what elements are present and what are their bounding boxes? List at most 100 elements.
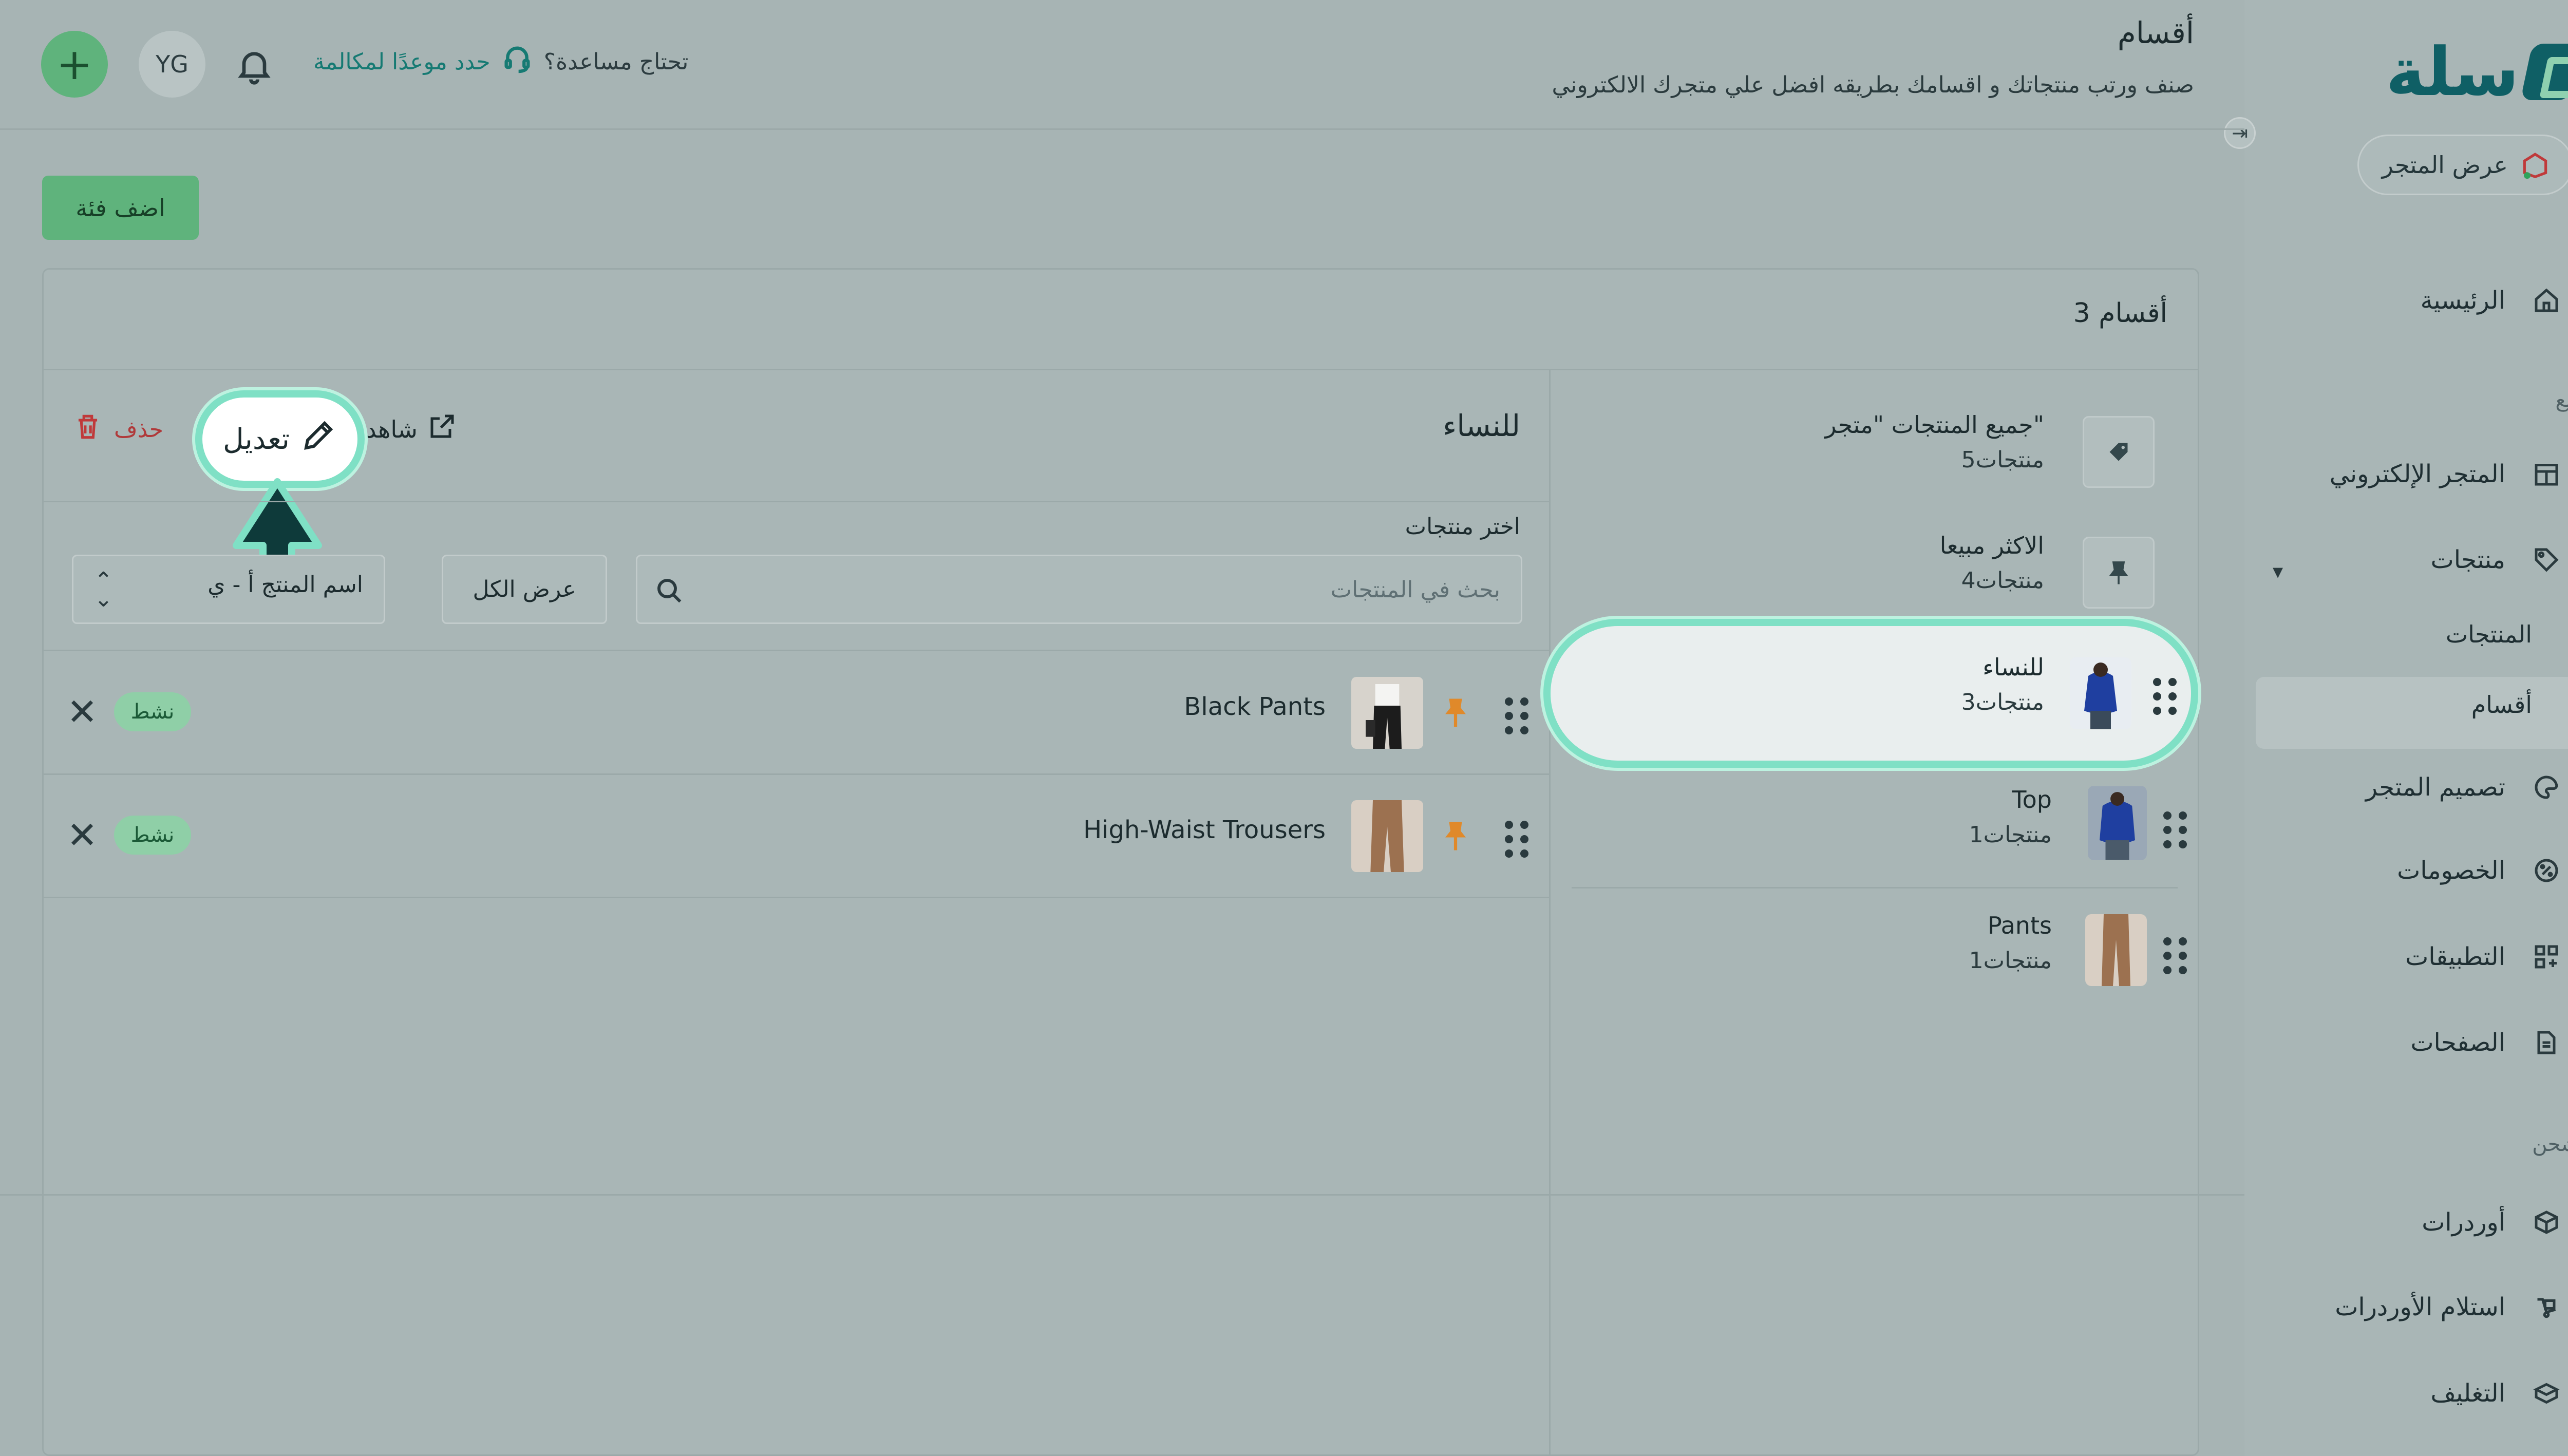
trash-icon [72, 411, 104, 448]
category-count: 5منتجات [1961, 447, 2044, 473]
help-question: تحتاج مساعدة؟ [543, 48, 689, 75]
card-header-divider [42, 369, 2199, 370]
status-badge: نشط [114, 816, 191, 855]
headset-icon [501, 43, 534, 81]
search-input[interactable] [730, 572, 1500, 608]
category-item-pants[interactable]: Pants 1منتجات [1572, 896, 2188, 999]
edit-label: تعديل [223, 422, 290, 456]
detail-divider [42, 501, 1549, 502]
box-icon [2530, 1206, 2563, 1239]
row-divider [42, 897, 1549, 898]
drag-handle-icon[interactable] [2153, 678, 2178, 715]
category-item-women[interactable]: للنساء 3منتجات [1572, 642, 2188, 745]
sidebar-item-label: المتجر الإلكتروني [2329, 460, 2505, 488]
remove-product-icon[interactable]: ✕ [59, 688, 106, 735]
category-item-best-sellers[interactable]: الاكثر مبيعا 4منتجات [1572, 516, 2188, 619]
pin-icon[interactable] [1440, 695, 1471, 731]
sidebar-item-pages[interactable]: الصفحات [2275, 1014, 2563, 1071]
sidebar-item-label: منتجات [2430, 545, 2505, 574]
sort-value: اسم المنتج أ - ي [207, 572, 363, 598]
category-detail-title: للنساء [1442, 408, 1520, 443]
sidebar-item-orders[interactable]: أوردرات [2275, 1194, 2563, 1251]
sidebar-item-products[interactable]: منتجات [2275, 532, 2563, 588]
status-badge: نشط [114, 692, 191, 731]
header-divider [0, 128, 2244, 130]
sidebar-subitem-all-products[interactable]: المنتجات [2446, 620, 2532, 648]
book-call-link[interactable]: حدد موعدًا لمكالمة [313, 49, 490, 75]
categories-count: 3 أقسام [2073, 298, 2167, 329]
add-category-button[interactable]: اضف فئة [42, 176, 199, 240]
sidebar-item-label: التطبيقات [2405, 942, 2505, 971]
column-divider [1549, 370, 1551, 1456]
drag-handle-icon[interactable] [2163, 811, 2188, 848]
pencil-icon [300, 417, 337, 461]
pin-icon[interactable] [1440, 818, 1471, 854]
quick-add-button[interactable]: + [41, 31, 108, 98]
category-item-top[interactable]: Top 1منتجات [1572, 770, 2188, 873]
delete-label: حذف [114, 417, 163, 443]
page-subtitle: صنف ورتب منتجاتك و اقسامك بطريقه افضل عل… [1552, 72, 2194, 98]
sidebar-item-discounts[interactable]: الخصومات [2275, 842, 2563, 899]
product-name: High-Waist Trousers [1083, 816, 1326, 844]
view-store-button[interactable]: عرض المتجر [2357, 135, 2568, 195]
drag-handle-icon[interactable] [1505, 821, 1528, 858]
sidebar-item-home[interactable]: الرئيسية [2275, 272, 2563, 329]
sidebar-item-label: تصميم المتجر [2365, 773, 2505, 802]
help-bar: حدد موعدًا لمكالمة تحتاج مساعدة؟ [313, 41, 688, 82]
drag-handle-icon[interactable] [2163, 937, 2188, 974]
category-item-all-products[interactable]: جميع المنتجات "متجر" 5منتجات [1572, 395, 2188, 498]
view-category-link[interactable]: شاهد [366, 411, 458, 447]
edit-category-button[interactable]: تعديل [195, 390, 365, 488]
package-icon [2530, 1377, 2563, 1410]
store-icon [2519, 149, 2551, 181]
sidebar-item-apps[interactable]: التطبيقات [2275, 929, 2563, 985]
sidebar-section-shipping: شحن [2532, 1132, 2568, 1156]
sidebar-item-label: استلام الأوردرات [2335, 1293, 2505, 1321]
product-row[interactable]: High-Waist Trousers نشط ✕ [42, 774, 1549, 898]
sidebar-item-packaging[interactable]: التغليف [2275, 1365, 2563, 1422]
sort-select[interactable]: اسم المنتج أ - ي ⌃ ⌄ [72, 555, 385, 624]
collapse-sidebar-icon[interactable]: ⇥ [2224, 117, 2256, 149]
category-name: الاكثر مبيعا [1939, 532, 2044, 559]
palette-icon [2530, 771, 2563, 804]
view-label: شاهد [366, 415, 418, 443]
category-thumbnail [2070, 657, 2131, 729]
tag-icon [2083, 416, 2155, 488]
category-count: 1منتجات [1969, 822, 2052, 848]
external-link-icon [427, 411, 458, 447]
apps-icon [2530, 940, 2563, 973]
sidebar-item-label: التغليف [2430, 1379, 2505, 1408]
category-name: Top [2012, 786, 2052, 814]
show-all-button[interactable]: عرض الكل [442, 555, 607, 624]
home-icon [2530, 284, 2563, 317]
sidebar-subitem-categories[interactable]: أقسام [2471, 691, 2532, 718]
brand-mark-icon [2520, 44, 2568, 100]
sidebar-item-label: الصفحات [2410, 1028, 2505, 1057]
notification-bell-icon[interactable] [234, 45, 275, 86]
drag-handle-icon[interactable] [1505, 697, 1528, 734]
search-icon [653, 574, 686, 607]
brand-logo[interactable]: سلة [2386, 31, 2568, 113]
tag-icon [2530, 543, 2563, 576]
page-title: أقسام [2117, 15, 2194, 50]
sidebar-item-label: أوردرات [2422, 1208, 2505, 1237]
sidebar-item-online-store[interactable]: المتجر الإلكتروني [2275, 446, 2563, 502]
remove-product-icon[interactable]: ✕ [59, 811, 106, 859]
delete-category-button[interactable]: حذف [72, 411, 163, 448]
sidebar-item-store-design[interactable]: تصميم المتجر [2275, 759, 2563, 816]
sidebar-item-order-pickup[interactable]: استلام الأوردرات [2275, 1279, 2563, 1335]
product-row[interactable]: Black Pants نشط ✕ [42, 651, 1549, 774]
product-search-field[interactable] [636, 555, 1522, 624]
avatar[interactable]: YG [139, 31, 205, 98]
bottom-divider [0, 1194, 2244, 1196]
category-count: 3منتجات [1961, 689, 2044, 715]
category-count: 1منتجات [1969, 948, 2052, 974]
chevron-down-icon[interactable]: ▾ [2273, 560, 2283, 583]
choose-products-label: اختر منتجات [1405, 514, 1520, 540]
category-name: للنساء [1982, 653, 2044, 681]
pin-icon [2083, 537, 2155, 609]
brand-name: سلة [2386, 33, 2521, 111]
discount-icon [2530, 854, 2563, 887]
product-thumbnail [1351, 677, 1423, 749]
pages-icon [2530, 1026, 2563, 1059]
